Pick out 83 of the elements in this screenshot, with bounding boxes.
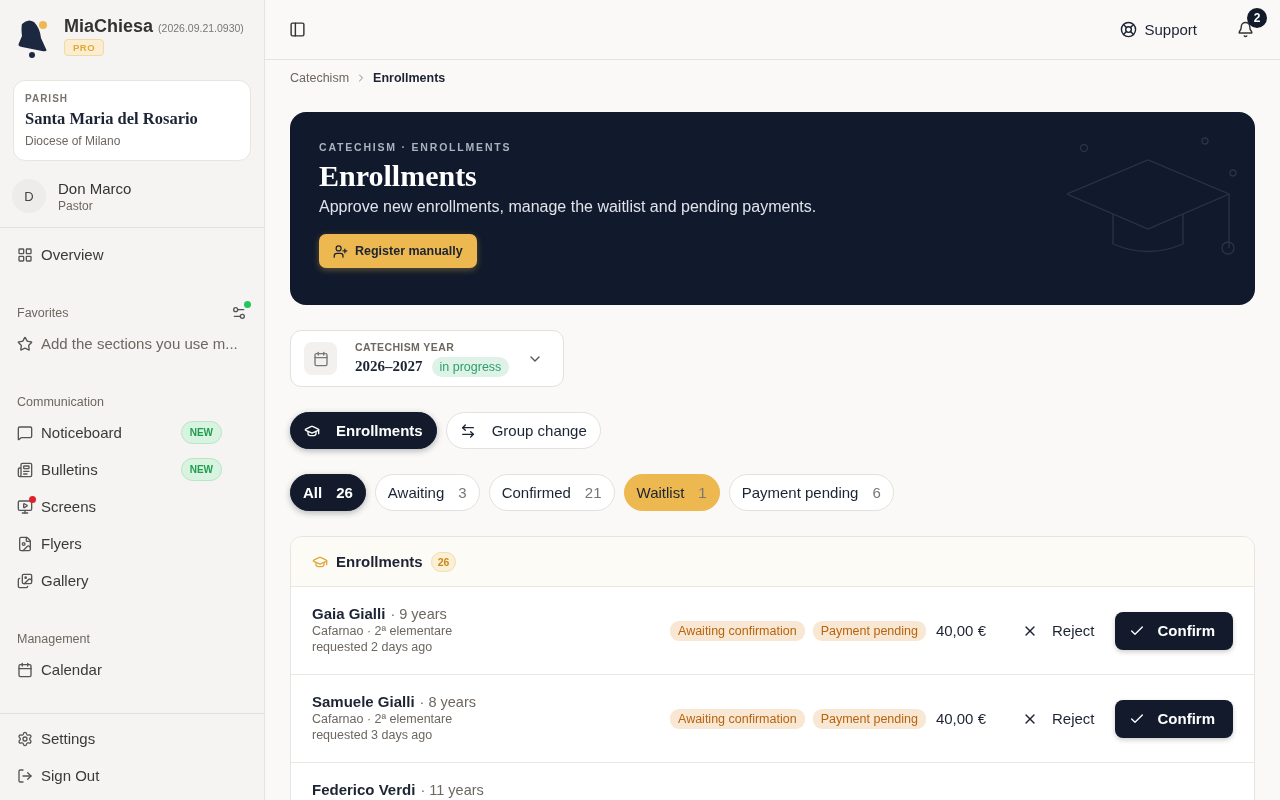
- grid-icon: [17, 246, 33, 263]
- year-value: 2026–2027: [355, 358, 423, 375]
- sidebar-toggle-icon[interactable]: [289, 21, 306, 38]
- breadcrumb-link[interactable]: Catechism: [290, 71, 350, 85]
- hero-eyebrow: CATECHISM · ENROLLMENTS: [319, 141, 512, 153]
- card-title: Enrollments: [336, 553, 423, 570]
- calendar-icon: [304, 342, 337, 375]
- diocese-name: Diocese of Milano: [25, 134, 122, 148]
- child-age: · 8 years: [419, 694, 476, 710]
- group-text: Cafarnao · 2ª elementare: [312, 712, 454, 726]
- notification-count: 2: [1247, 7, 1267, 28]
- section-title: Communication: [17, 395, 104, 409]
- calendar-icon: [17, 661, 33, 678]
- app-name: MiaChiesa: [64, 16, 154, 37]
- image-file-icon: [17, 535, 33, 552]
- requested-text: requested 3 days ago: [312, 728, 434, 742]
- view-tab[interactable]: Group change: [445, 412, 601, 449]
- view-tab[interactable]: Enrollments: [290, 412, 437, 449]
- reject-button[interactable]: Reject: [1011, 710, 1105, 727]
- favorites-hint[interactable]: Add the sections you use m...: [0, 325, 264, 362]
- section-title: Favorites: [17, 306, 69, 320]
- price-text: 40,00 €: [935, 710, 986, 727]
- nav-item[interactable]: Gallery: [0, 562, 264, 599]
- notifications-button[interactable]: 2: [1237, 7, 1267, 40]
- hero-subtitle: Approve new enrollments, manage the waitlist and pending payments.: [319, 198, 817, 216]
- parish-name: Santa Maria del Rosario: [25, 109, 199, 129]
- speech-bubble-icon: [17, 424, 33, 441]
- sign-out-icon: [17, 767, 33, 784]
- nav-item[interactable]: Screens: [0, 488, 264, 525]
- filter-tab[interactable]: All 26: [290, 474, 366, 511]
- nav-item[interactable]: Flyers: [0, 525, 264, 562]
- plan-label: PRO: [64, 39, 105, 56]
- filter-tab[interactable]: Payment pending 6: [728, 474, 894, 511]
- child-name: Gaia Gialli: [312, 605, 386, 622]
- status-tag: Payment pending: [812, 620, 926, 641]
- nav-item[interactable]: Settings: [0, 720, 264, 757]
- confirm-button[interactable]: Confirm: [1114, 611, 1233, 650]
- parish-card[interactable]: PARISH Santa Maria del Rosario Diocese of Milano: [13, 80, 251, 161]
- swap-arrows-icon: [459, 422, 476, 439]
- newspaper-icon: [17, 461, 33, 478]
- new-badge: NEW: [180, 421, 222, 444]
- year-label: CATECHISM YEAR: [355, 340, 455, 353]
- lifebuoy-icon: [1120, 21, 1138, 38]
- section-title: Management: [17, 632, 90, 646]
- nav-item[interactable]: Calendar: [0, 651, 264, 688]
- parish-label: PARISH: [25, 93, 70, 104]
- user-plus-icon: [333, 243, 348, 259]
- year-selector[interactable]: CATECHISM YEAR 2026–2027 in progress: [290, 330, 565, 387]
- status-tag: Awaiting confirmation: [670, 708, 805, 729]
- nav-item[interactable]: Noticeboard NEW: [0, 414, 264, 451]
- child-name: Samuele Gialli: [312, 693, 415, 710]
- settings-icon: [17, 730, 33, 747]
- child-name: Federico Verdi: [312, 781, 416, 798]
- status-tag: Awaiting confirmation: [670, 620, 805, 641]
- monitor-icon: [17, 498, 33, 515]
- price-text: 40,00 €: [935, 622, 986, 639]
- support-button[interactable]: Support: [1120, 21, 1197, 38]
- child-age: · 11 years: [420, 782, 484, 798]
- reject-button[interactable]: Reject: [1011, 622, 1105, 639]
- breadcrumb-link[interactable]: Enrollments: [373, 71, 446, 85]
- filter-tab[interactable]: Confirmed 21: [488, 474, 615, 511]
- register-button[interactable]: Register manually: [319, 234, 477, 268]
- filter-tab[interactable]: Waitlist 1: [623, 474, 720, 511]
- user-name: Don Marco: [58, 179, 132, 197]
- requested-text: requested 2 days ago: [312, 640, 434, 654]
- new-badge: NEW: [180, 458, 222, 481]
- nav-item[interactable]: Overview: [0, 236, 264, 273]
- confirm-button[interactable]: Confirm: [1114, 699, 1233, 738]
- group-text: Cafarnao · 2ª elementare: [312, 624, 453, 638]
- star-icon: [17, 335, 33, 352]
- nav-item[interactable]: Bulletins NEW: [0, 451, 264, 488]
- bell-icon: [1237, 20, 1254, 38]
- user-avatar: D: [12, 179, 46, 213]
- nav-item[interactable]: Sign Out: [0, 757, 264, 794]
- user-role: Pastor: [58, 198, 94, 213]
- hero-title: Enrollments: [319, 159, 477, 193]
- child-age: · 9 years: [390, 606, 447, 622]
- app-version: (2026.09.21.0930): [158, 22, 244, 34]
- status-tag: Payment pending: [812, 708, 926, 729]
- images-icon: [17, 572, 33, 589]
- status-badge: in progress: [431, 356, 510, 377]
- filter-tab[interactable]: Awaiting 3: [374, 474, 480, 511]
- count-badge: 26: [430, 551, 457, 572]
